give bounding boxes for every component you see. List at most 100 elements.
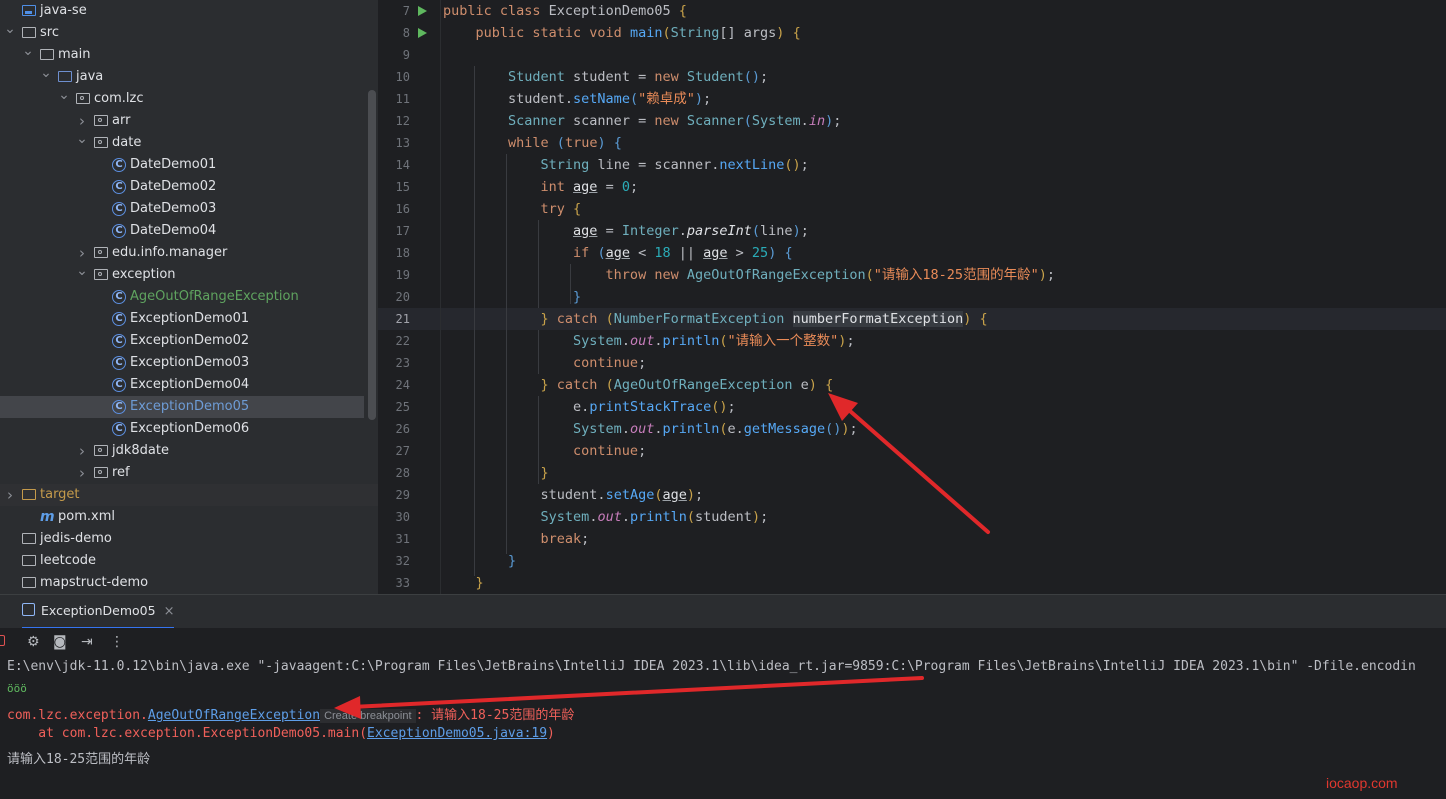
code-line[interactable]: continue; bbox=[443, 352, 646, 374]
tree-item-edu-info-manager[interactable]: › edu.info.manager bbox=[0, 242, 378, 264]
code-line[interactable]: } bbox=[443, 462, 549, 484]
run-gutter-icon[interactable] bbox=[418, 28, 427, 38]
code-line[interactable]: System.out.println(student); bbox=[443, 506, 769, 528]
code-token: student = bbox=[573, 69, 655, 85]
class-icon: C bbox=[112, 312, 126, 326]
chevron-down-icon[interactable]: ⌄ bbox=[40, 62, 52, 84]
line-number: 28 bbox=[395, 466, 410, 480]
code-line[interactable]: age = Integer.parseInt(line); bbox=[443, 220, 809, 242]
tree-item-datedemo01[interactable]: C DateDemo01 bbox=[0, 154, 378, 176]
tree-item-jdk8date[interactable]: › jdk8date bbox=[0, 440, 378, 462]
code-line[interactable]: } catch (NumberFormatException numberFor… bbox=[443, 308, 988, 330]
code-token: student. bbox=[443, 91, 574, 107]
chevron-down-icon[interactable]: ⌄ bbox=[4, 18, 16, 40]
tree-item-exceptiondemo03[interactable]: C ExceptionDemo03 bbox=[0, 352, 378, 374]
tree-item-ref[interactable]: › ref bbox=[0, 462, 378, 484]
close-icon[interactable]: × bbox=[164, 604, 175, 619]
class-icon: C bbox=[112, 400, 126, 414]
code-token: printStackTrace bbox=[589, 399, 712, 415]
tree-item-exceptiondemo02[interactable]: C ExceptionDemo02 bbox=[0, 330, 378, 352]
tree-item-datedemo03[interactable]: C DateDemo03 bbox=[0, 198, 378, 220]
more-icon[interactable]: ⋮ bbox=[110, 634, 124, 650]
tree-item-leetcode[interactable]: leetcode bbox=[0, 550, 378, 572]
code-line[interactable]: continue; bbox=[443, 440, 646, 462]
package-icon bbox=[94, 467, 108, 478]
code-token: String bbox=[443, 157, 598, 173]
code-line[interactable]: break; bbox=[443, 528, 590, 550]
code-token: . bbox=[800, 113, 809, 129]
chevron-right-icon[interactable]: › bbox=[4, 484, 16, 506]
tree-item-ageoutofrangeexception[interactable]: C AgeOutOfRangeException bbox=[0, 286, 378, 308]
code-line[interactable]: Student student = new Student(); bbox=[443, 66, 768, 88]
code-line[interactable]: System.out.println(e.getMessage()); bbox=[443, 418, 858, 440]
code-line[interactable]: throw new AgeOutOfRangeException("请输入18-… bbox=[443, 264, 1055, 286]
exception-class-link[interactable]: AgeOutOfRangeException bbox=[148, 708, 320, 723]
line-number: 8 bbox=[402, 26, 410, 40]
stop-icon[interactable] bbox=[0, 635, 5, 646]
tree-item-label: java-se bbox=[40, 3, 87, 18]
code-line[interactable]: } catch (AgeOutOfRangeException e) { bbox=[443, 374, 834, 396]
code-line[interactable]: student.setName("赖卓成"); bbox=[443, 88, 711, 110]
tree-item-pom-xml[interactable]: m pom.xml bbox=[0, 506, 378, 528]
code-token: if bbox=[443, 245, 598, 261]
tree-item-src[interactable]: ⌄ src bbox=[0, 21, 378, 44]
code-line[interactable]: } bbox=[443, 550, 516, 572]
code-line[interactable]: public static void main(String[] args) { bbox=[443, 22, 801, 44]
tree-item-datedemo04[interactable]: C DateDemo04 bbox=[0, 220, 378, 242]
code-line[interactable]: System.out.println("请输入一个整数"); bbox=[443, 330, 855, 352]
source-folder-icon bbox=[58, 71, 72, 82]
chevron-right-icon[interactable]: › bbox=[76, 462, 88, 484]
code-editor[interactable]: 7 8 9 10 11 12 13 14 15 16 17 18 19 20 21 22 23 24 25 26 27 2… bbox=[378, 0, 1446, 594]
tree-item-mapstruct-demo[interactable]: mapstruct-demo bbox=[0, 572, 378, 594]
tree-item-main[interactable]: ⌄ main bbox=[0, 43, 378, 66]
run-tab-exceptiondemo05[interactable]: ExceptionDemo05 × bbox=[22, 595, 175, 629]
code-token: { bbox=[979, 311, 988, 327]
tree-item-exceptiondemo06[interactable]: C ExceptionDemo06 bbox=[0, 418, 378, 440]
code-token: while bbox=[443, 135, 557, 151]
code-line[interactable]: while (true) { bbox=[443, 132, 622, 154]
tree-item-date[interactable]: ⌄ date bbox=[0, 131, 378, 154]
chevron-down-icon[interactable]: ⌄ bbox=[76, 128, 88, 150]
run-console[interactable]: E:\env\jdk-11.0.12\bin\java.exe "-javaag… bbox=[0, 656, 1446, 799]
code-line[interactable]: } bbox=[443, 572, 484, 594]
project-scrollbar[interactable] bbox=[368, 90, 376, 420]
code-line[interactable]: } bbox=[443, 286, 581, 308]
tree-item-jedis-demo[interactable]: jedis-demo bbox=[0, 528, 378, 550]
chevron-right-icon[interactable]: › bbox=[76, 440, 88, 462]
code-token: { bbox=[792, 25, 801, 41]
tree-item-exception[interactable]: ⌄ exception bbox=[0, 263, 378, 286]
tree-item-com-lzc[interactable]: ⌄ com.lzc bbox=[0, 87, 378, 110]
debug-icon[interactable]: ⚙ bbox=[27, 634, 40, 650]
chevron-down-icon[interactable]: ⌄ bbox=[22, 40, 34, 62]
tree-item-datedemo02[interactable]: C DateDemo02 bbox=[0, 176, 378, 198]
code-token: println bbox=[662, 333, 720, 349]
code-line[interactable]: e.printStackTrace(); bbox=[443, 396, 736, 418]
exit-icon[interactable]: ⇥ bbox=[81, 634, 93, 650]
code-token: } bbox=[443, 465, 549, 481]
stacktrace-source-link[interactable]: ExceptionDemo05.java:19 bbox=[367, 726, 547, 741]
code-line[interactable]: int age = 0; bbox=[443, 176, 639, 198]
tree-item-exceptiondemo04[interactable]: C ExceptionDemo04 bbox=[0, 374, 378, 396]
chevron-down-icon[interactable]: ⌄ bbox=[76, 260, 88, 282]
code-token: Integer bbox=[621, 223, 679, 239]
code-line[interactable]: student.setAge(age); bbox=[443, 484, 704, 506]
tree-item-java[interactable]: ⌄ java bbox=[0, 65, 378, 88]
tree-item-exceptiondemo05[interactable]: C ExceptionDemo05 bbox=[0, 396, 364, 418]
code-line[interactable]: String line = scanner.nextLine(); bbox=[443, 154, 809, 176]
tree-item-exceptiondemo01[interactable]: C ExceptionDemo01 bbox=[0, 308, 378, 330]
code-line[interactable]: public class ExceptionDemo05 { bbox=[443, 0, 687, 22]
tree-item-java-se[interactable]: java-se bbox=[0, 0, 378, 22]
tree-item-arr[interactable]: › arr bbox=[0, 110, 378, 132]
code-line[interactable]: try { bbox=[443, 198, 582, 220]
create-breakpoint-hint[interactable]: Create breakpoint bbox=[320, 709, 416, 723]
code-line[interactable]: if (age < 18 || age > 25) { bbox=[443, 242, 793, 264]
chevron-down-icon[interactable]: ⌄ bbox=[58, 84, 70, 106]
tree-item-label: ExceptionDemo03 bbox=[130, 355, 250, 370]
code-line[interactable]: Scanner scanner = new Scanner(System.in)… bbox=[443, 110, 841, 132]
camera-icon[interactable]: ◙ bbox=[53, 634, 67, 650]
code-token: ) bbox=[808, 377, 817, 393]
code-token: ; bbox=[1046, 267, 1055, 283]
run-gutter-icon[interactable] bbox=[418, 6, 427, 16]
tree-item-target[interactable]: › target bbox=[0, 484, 378, 506]
code-token: ; bbox=[638, 355, 647, 371]
